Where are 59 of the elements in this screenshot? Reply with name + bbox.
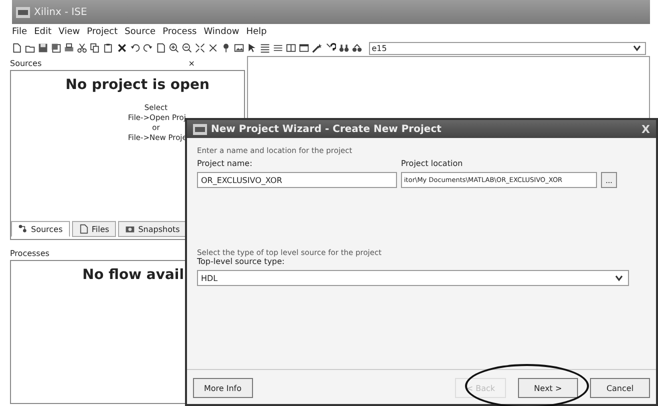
menu-item[interactable]: Edit (34, 27, 52, 37)
tab[interactable]: Files (72, 221, 116, 237)
tree-icon (18, 224, 28, 234)
window-icon[interactable] (299, 42, 310, 54)
print-icon[interactable] (64, 42, 74, 54)
panel-title: Processes (10, 248, 50, 260)
pin-icon[interactable] (221, 42, 232, 54)
app-icon (16, 6, 30, 18)
redo-icon[interactable] (142, 42, 153, 54)
menu-item[interactable]: Help (246, 27, 267, 37)
close-button[interactable]: X (642, 122, 650, 136)
save-all-icon[interactable] (51, 42, 62, 54)
expand-icon[interactable] (194, 42, 205, 54)
combo-value: e15 (372, 44, 387, 52)
image-icon[interactable] (234, 42, 244, 54)
columns-icon[interactable] (286, 42, 296, 54)
close-button[interactable]: × (188, 58, 195, 68)
dropdown-field[interactable]: HDL (197, 270, 629, 286)
browse-button[interactable]: ... (601, 172, 617, 188)
delete-icon[interactable] (116, 42, 127, 54)
binoculars-icon[interactable] (338, 42, 349, 54)
field-label: Project location (401, 159, 464, 168)
file-icon (78, 224, 89, 234)
combo-field[interactable]: e15 (368, 42, 646, 54)
page-icon[interactable] (156, 42, 166, 54)
input-field[interactable]: OR_EXCLUSIVO_XOR (197, 172, 397, 188)
new-file-icon[interactable] (12, 42, 22, 54)
empty-message: No project is open (64, 76, 211, 93)
zoom-in-icon[interactable] (168, 42, 179, 54)
tab[interactable]: Sources (11, 221, 70, 237)
undo-icon[interactable] (130, 42, 140, 54)
menu-item[interactable]: Window (204, 27, 240, 37)
dialog-button[interactable]: Cancel (590, 378, 650, 398)
list-icon[interactable] (260, 42, 270, 54)
empty-message: No flow avail (82, 266, 184, 283)
field-label: Top-level source type: (197, 257, 285, 266)
panel-title: Sources (10, 58, 42, 68)
cut-icon[interactable] (77, 42, 88, 54)
zoom-out-icon[interactable] (182, 42, 192, 54)
camera-icon (125, 224, 136, 234)
dialog-button[interactable]: More Info (193, 378, 253, 398)
lines-icon[interactable] (273, 42, 284, 54)
pointer-icon[interactable] (247, 42, 258, 54)
field-label: Project name: (197, 159, 254, 168)
menu-item[interactable]: Process (162, 27, 197, 37)
dropdown-value: HDL (201, 274, 218, 282)
wand-icon[interactable] (312, 42, 322, 54)
window-title: Xilinx - ISE (34, 6, 88, 18)
menu-item[interactable]: File (12, 27, 28, 37)
app-icon (193, 124, 207, 134)
copy-icon[interactable] (90, 42, 100, 54)
menu-item[interactable]: Project (86, 27, 118, 37)
dialog-button[interactable]: Next > (518, 378, 578, 398)
menu-item[interactable]: View (58, 27, 80, 37)
save-icon[interactable] (38, 42, 48, 54)
menu-item[interactable]: Source (124, 27, 156, 37)
tab[interactable]: Snapshots (118, 221, 187, 237)
paste-icon[interactable] (103, 42, 114, 54)
dialog-title: New Project Wizard - Create New Project (211, 124, 442, 134)
